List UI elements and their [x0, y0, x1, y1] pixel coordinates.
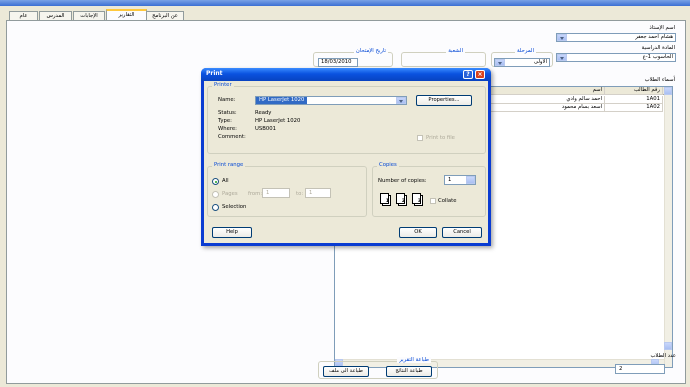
ok-button[interactable]: OK	[399, 227, 437, 238]
window-title-bar	[0, 0, 690, 6]
section-caption: الشعبة	[446, 48, 465, 54]
printer-name-select[interactable]: HP LaserJet 1020	[255, 96, 407, 105]
tab-answers-label: الإجابات	[80, 13, 98, 19]
tab-about-label: عن البرنامج	[152, 13, 178, 19]
scroll-up-button[interactable]	[664, 87, 672, 95]
to-value: 1	[309, 190, 313, 196]
range-all-label: All	[222, 178, 229, 184]
status-value: Ready	[255, 110, 272, 116]
from-value: 1	[266, 190, 270, 196]
help-button[interactable]: Help	[212, 227, 252, 238]
stage-select[interactable]: الاولى	[494, 58, 550, 67]
collate-page-icon: 2	[396, 193, 407, 206]
where-value: USB001	[255, 126, 276, 132]
type-label: Type:	[218, 118, 232, 124]
comment-label: Comment:	[218, 134, 246, 140]
chevron-down-icon[interactable]	[495, 59, 505, 66]
collate-page-number: 2	[401, 199, 405, 204]
close-icon[interactable]: ×	[475, 70, 485, 79]
exam-date-value: 18/03/2010	[321, 59, 352, 65]
copies-label: Number of copies:	[378, 178, 427, 184]
teacher-value: هشام احمد جعفر	[635, 34, 673, 40]
help-icon[interactable]: ?	[463, 70, 473, 79]
students-caption: أسماء الطلاب	[644, 77, 675, 83]
subject-value: الحاسوب 1-ع	[642, 54, 673, 60]
cancel-button[interactable]: Cancel	[442, 227, 482, 238]
print-dialog: Print ? × Printer Name: HP LaserJet 1020…	[201, 68, 491, 246]
range-pages-radio[interactable]	[212, 191, 219, 198]
collate-label: Collate	[438, 198, 457, 204]
where-label: Where:	[218, 126, 237, 132]
exam-date-caption: تاريخ الإمتحان	[353, 48, 388, 54]
scroll-down-button[interactable]	[664, 342, 672, 350]
range-selection-label: Selection	[222, 204, 247, 210]
exam-date-field[interactable]: 18/03/2010	[318, 58, 358, 67]
status-label: Status:	[218, 110, 237, 116]
range-all-radio[interactable]	[212, 178, 219, 185]
chevron-down-icon[interactable]	[396, 97, 406, 104]
from-field[interactable]: 1	[262, 188, 290, 198]
printer-name-value: HP LaserJet 1020	[256, 97, 308, 104]
stage-value: الاولى	[533, 59, 547, 65]
to-field[interactable]: 1	[305, 188, 331, 198]
copies-value: 1	[448, 177, 452, 183]
student-count-field: 2	[615, 364, 665, 374]
copies-group: Copies	[372, 162, 486, 217]
print-dialog-title: Print	[206, 70, 223, 77]
type-value: HP LaserJet 1020	[255, 118, 301, 124]
teacher-caption: اسم الإستاذ	[649, 25, 675, 31]
print-to-file-checkbox[interactable]	[417, 135, 423, 141]
range-pages-label: Pages	[222, 191, 238, 197]
student-id-cell: 1A02	[605, 104, 663, 112]
properties-button[interactable]: Properties...	[416, 95, 472, 106]
student-id-cell: 1A01	[605, 96, 663, 104]
column-header-id[interactable]: رقم الطالب	[605, 87, 663, 95]
print-to-file-label: Print to file	[426, 135, 455, 141]
collate-page-icon: 3	[412, 193, 423, 206]
section-frame: الشعبة	[401, 48, 486, 67]
chevron-down-icon[interactable]	[557, 54, 567, 61]
print-dialog-title-bar: Print ? ×	[201, 68, 491, 81]
collate-checkbox[interactable]	[430, 198, 436, 204]
range-selection-radio[interactable]	[212, 204, 219, 211]
vertical-scrollbar[interactable]	[664, 87, 672, 367]
print-to-file-button[interactable]: طباعة الى ملف	[323, 366, 369, 377]
stage-caption: المرحلة	[515, 48, 536, 54]
collate-page-number: 1	[385, 199, 389, 204]
printer-caption: Printer	[212, 82, 234, 88]
collate-page-number: 3	[417, 199, 421, 204]
print-results-button[interactable]: طباعة النتائج	[386, 366, 432, 377]
name-label: Name:	[218, 97, 236, 103]
student-count-caption: عدد الطلاب	[650, 353, 676, 359]
subject-caption: المادة الدراسية	[641, 45, 675, 51]
spinner-arrows-icon[interactable]	[466, 176, 475, 184]
to-label: to:	[296, 191, 304, 197]
tab-teacher-label: المدرس	[46, 13, 65, 19]
copies-caption: Copies	[377, 162, 399, 168]
copies-stepper[interactable]: 1	[444, 175, 476, 185]
collate-page-icon: 1	[380, 193, 391, 206]
tab-general-label: عام	[19, 13, 28, 19]
subject-select[interactable]: الحاسوب 1-ع	[556, 53, 676, 62]
chevron-down-icon[interactable]	[557, 34, 567, 41]
teacher-select[interactable]: هشام احمد جعفر	[556, 33, 676, 42]
tab-reports-label: التقارير	[118, 12, 135, 18]
student-count-value: 2	[619, 366, 623, 372]
from-label: from:	[248, 191, 263, 197]
print-report-caption: طباعة التقرير	[397, 357, 431, 363]
print-dialog-body: Printer Name: HP LaserJet 1020 Propertie…	[204, 81, 488, 243]
print-range-caption: Print range	[212, 162, 246, 168]
